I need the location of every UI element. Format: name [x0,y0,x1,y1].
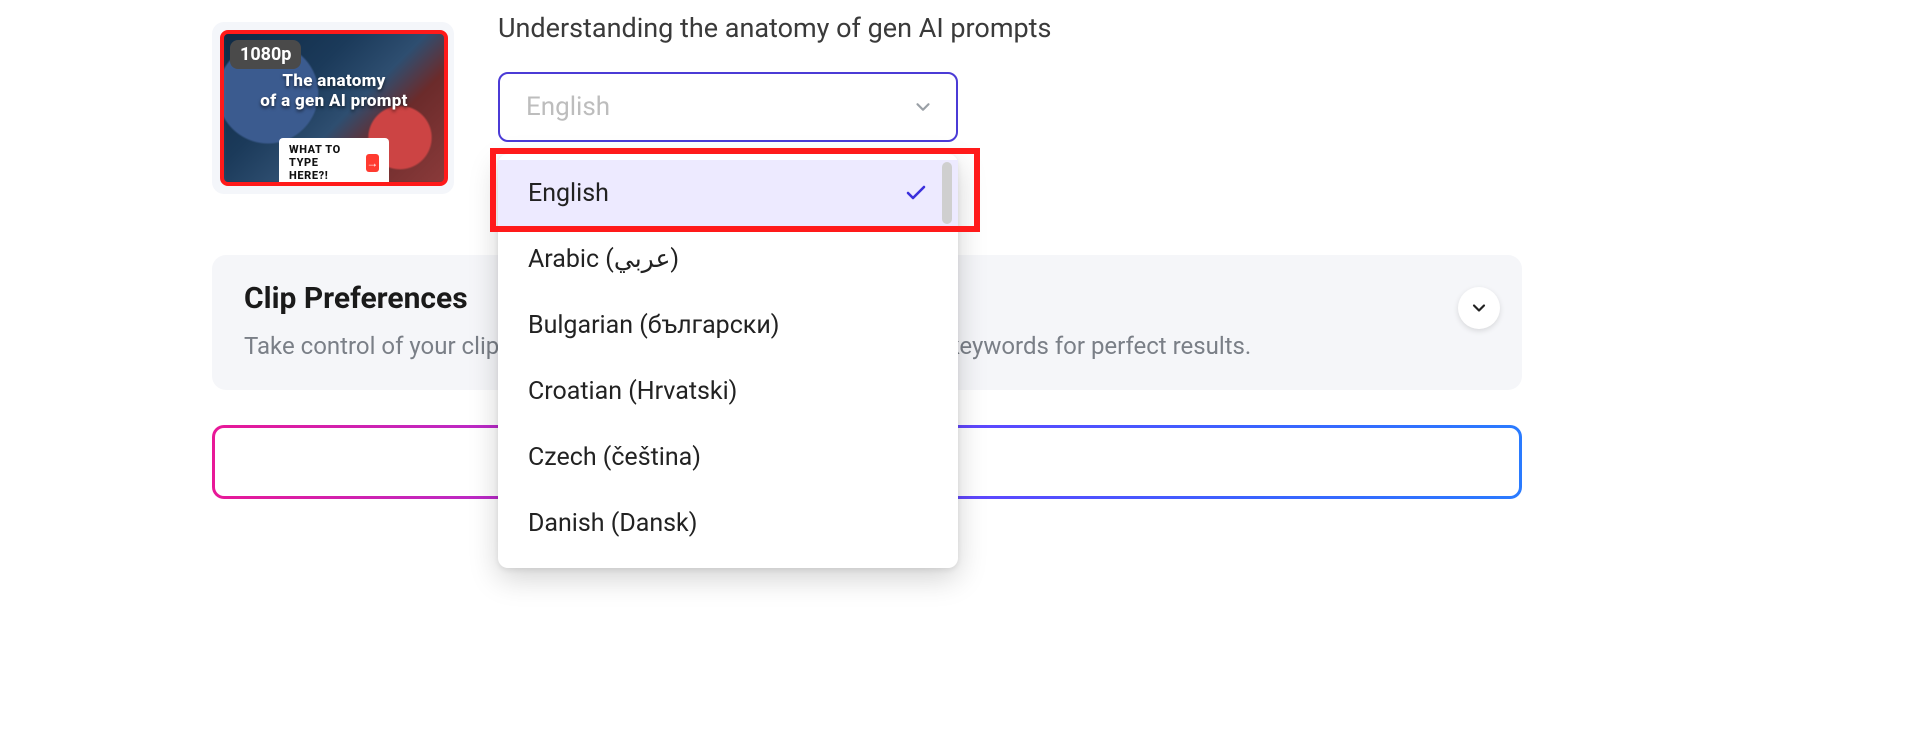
option-label: Bulgarian (български) [528,311,779,340]
option-label: Croatian (Hrvatski) [528,377,737,406]
option-label: Arabic (عربي) [528,244,679,274]
option-label: Danish (Dansk) [528,509,697,538]
video-title: Understanding the anatomy of gen AI prom… [498,12,1051,44]
language-option-arabic[interactable]: Arabic (عربي) [498,226,958,292]
thumbnail-image: 1080p The anatomy of a gen AI prompt WHA… [220,30,448,186]
thumbnail-overlay-chip: WHAT TO TYPE HERE?! → [279,138,389,186]
check-icon [904,181,928,205]
video-thumbnail[interactable]: 1080p The anatomy of a gen AI prompt WHA… [212,22,454,194]
expand-button[interactable] [1458,287,1500,329]
option-label: English [528,179,609,208]
language-option-croatian[interactable]: Croatian (Hrvatski) [498,358,958,424]
scrollbar[interactable] [942,162,952,224]
language-select[interactable]: English [498,72,958,142]
language-select-value: English [526,92,610,122]
language-option-czech[interactable]: Czech (čeština) [498,424,958,490]
language-option-danish[interactable]: Danish (Dansk) [498,490,958,556]
resolution-badge: 1080p [230,40,301,69]
arrow-right-icon: → [366,154,379,172]
option-label: Czech (čeština) [528,443,701,472]
language-option-english[interactable]: English [498,160,958,226]
thumbnail-chip-text: WHAT TO TYPE HERE?! [289,143,360,182]
chevron-down-icon [1469,298,1489,318]
language-dropdown[interactable]: English Arabic (عربي) Bulgarian (българс… [498,154,958,568]
language-option-bulgarian[interactable]: Bulgarian (български) [498,292,958,358]
chevron-down-icon [912,96,934,118]
thumbnail-overlay-title: The anatomy of a gen AI prompt [224,72,444,111]
